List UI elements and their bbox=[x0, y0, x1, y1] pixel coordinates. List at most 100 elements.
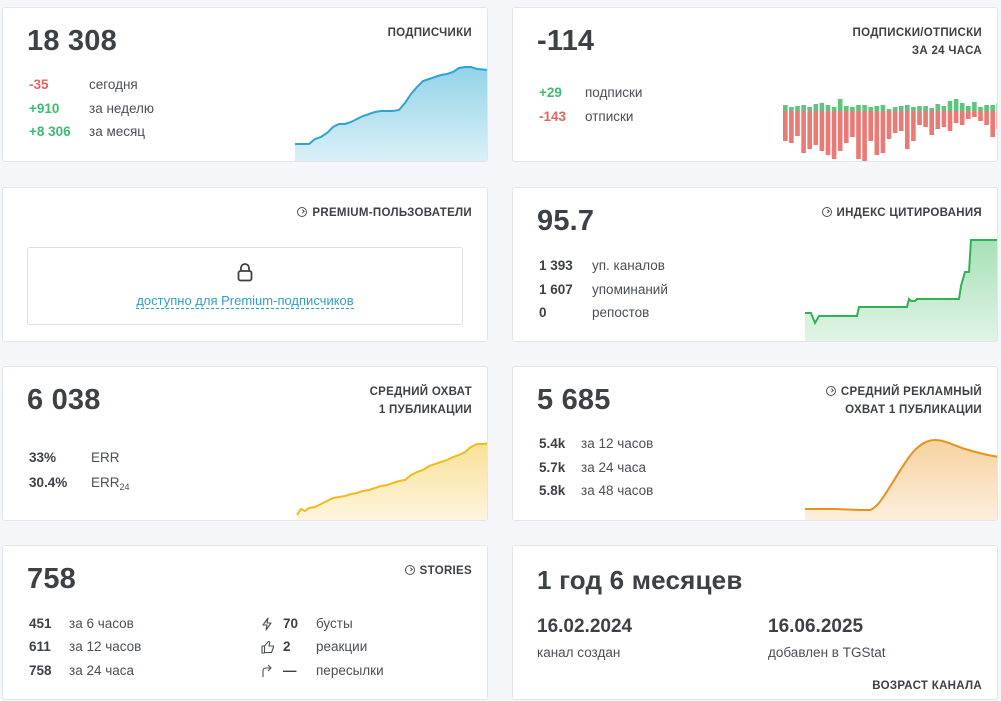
stat-label: ERR24 bbox=[91, 475, 130, 492]
subscribe-bar bbox=[996, 103, 997, 111]
unsubscribe-bar bbox=[850, 111, 855, 137]
unsubscribe-bar bbox=[886, 111, 892, 139]
stat-label: за 48 часов bbox=[581, 483, 654, 498]
subscribers-count: 18 308 bbox=[27, 25, 117, 57]
channel-age-card[interactable]: 1 год 6 месяцев 16.02.2024 канал создан … bbox=[512, 545, 998, 700]
ad-reach-title-line1: СРЕДНИЙ РЕКЛАМНЫЙ bbox=[840, 386, 982, 398]
subscribers-card[interactable]: 18 308 ПОДПИСЧИКИ -35 сегодня +910 за не… bbox=[2, 7, 488, 162]
premium-title-text: PREMIUM-ПОЛЬЗОВАТЕЛИ bbox=[312, 207, 472, 219]
reach-title-line1: СРЕДНИЙ ОХВАТ bbox=[369, 386, 472, 398]
ad-reach-value: 5 685 bbox=[537, 384, 611, 416]
subscribe-bar bbox=[807, 107, 812, 111]
stat-row: 1 607 упоминаний bbox=[539, 281, 739, 299]
unsubscribe-bar bbox=[984, 111, 989, 125]
unsubscribe-bar bbox=[892, 111, 898, 133]
info-icon[interactable] bbox=[297, 207, 308, 217]
unsubscribe-bar bbox=[825, 111, 831, 155]
stat-value: -35 bbox=[29, 77, 49, 92]
subscribe-bar bbox=[813, 104, 819, 111]
subscribe-bar bbox=[953, 99, 959, 111]
unsubscribe-bar bbox=[941, 111, 947, 127]
stat-value: 70 bbox=[283, 616, 299, 631]
premium-locked-box: доступно для Premium-подписчиков bbox=[27, 247, 463, 325]
stories-title-text: STORIES bbox=[419, 565, 472, 577]
stat-row: 30.4% ERR24 bbox=[29, 474, 229, 492]
stat-label: реакции bbox=[316, 639, 368, 654]
channel-age-value: 1 год 6 месяцев bbox=[537, 565, 743, 595]
stat-row: 0 репостов bbox=[539, 304, 739, 322]
stat-row: 33% ERR bbox=[29, 449, 229, 467]
stat-value: 30.4% bbox=[29, 475, 68, 490]
stat-value: -143 bbox=[539, 109, 567, 124]
subscribe-bar bbox=[880, 105, 886, 111]
subscribers-sparkline bbox=[295, 66, 487, 161]
created-date: 16.02.2024 bbox=[537, 616, 633, 637]
created-label: канал создан bbox=[537, 645, 621, 660]
subscribe-bar bbox=[898, 106, 904, 111]
subscribe-bar bbox=[984, 105, 989, 111]
stat-value: 611 bbox=[29, 639, 51, 654]
subscribe-bar bbox=[923, 106, 928, 111]
unsubscribe-bar bbox=[911, 111, 916, 141]
premium-link[interactable]: доступно для Premium-подписчиков bbox=[28, 293, 462, 309]
unsubscribe-bar bbox=[813, 111, 819, 145]
subscribe-bar bbox=[905, 105, 910, 111]
premium-card[interactable]: PREMIUM-ПОЛЬЗОВАТЕЛИ доступно для Premiu… bbox=[2, 187, 488, 342]
stat-row: 451 за 6 часов bbox=[29, 615, 229, 633]
subscribe-bar bbox=[911, 107, 916, 111]
unsubscribe-bar bbox=[996, 111, 997, 129]
unsubscribe-bar bbox=[844, 111, 849, 143]
added-label: добавлен в TGStat bbox=[768, 645, 886, 660]
stat-label: бусты bbox=[316, 616, 353, 631]
unsubscribe-bar bbox=[807, 111, 812, 149]
unsubscribe-bar bbox=[905, 111, 910, 149]
stat-value: 758 bbox=[29, 663, 52, 678]
subs-unsubs-title: ПОДПИСКИ/ОТПИСКИ ЗА 24 ЧАСА bbox=[853, 24, 982, 60]
unsubscribe-bar bbox=[972, 111, 977, 117]
subscribe-bar bbox=[856, 105, 861, 111]
stat-label: подписки bbox=[585, 85, 643, 100]
unsubscribe-bar bbox=[929, 111, 934, 135]
citation-title: ИНДЕКС ЦИТИРОВАНИЯ bbox=[821, 204, 983, 222]
stories-card[interactable]: 758 STORIES 451 за 6 часов 611 за 12 час… bbox=[2, 545, 488, 700]
stat-label: за 12 часов bbox=[581, 436, 654, 451]
stat-row: +910 за неделю bbox=[29, 100, 229, 118]
unsubscribe-bar bbox=[959, 111, 965, 125]
unsubscribe-bar bbox=[880, 111, 886, 153]
info-icon[interactable] bbox=[821, 207, 832, 217]
info-icon[interactable] bbox=[404, 565, 415, 575]
channel-age-title: ВОЗРАСТ КАНАЛА bbox=[872, 680, 982, 692]
subs-unsubs-title-line2: ЗА 24 ЧАСА bbox=[911, 45, 982, 57]
reach-sparkline bbox=[296, 442, 487, 520]
lock-icon bbox=[237, 263, 253, 282]
stat-label: репостов bbox=[592, 305, 650, 320]
stat-value: 1 393 bbox=[539, 258, 573, 273]
lightning-icon bbox=[262, 617, 272, 631]
subscribe-bar bbox=[783, 105, 788, 111]
unsubscribe-bar bbox=[874, 111, 880, 155]
stat-row: 2 реакции bbox=[261, 638, 461, 656]
ad-reach-card[interactable]: 5 685 СРЕДНИЙ РЕКЛАМНЫЙ ОХВАТ 1 ПУБЛИКАЦ… bbox=[512, 366, 998, 521]
stat-label: пересылки bbox=[316, 663, 384, 678]
info-icon[interactable] bbox=[825, 386, 836, 396]
stat-row: 5.8k за 48 часов bbox=[539, 482, 739, 500]
unsubscribe-bar bbox=[953, 111, 959, 123]
subs-unsubs-title-line1: ПОДПИСКИ/ОТПИСКИ bbox=[852, 27, 982, 39]
subscribe-bar bbox=[935, 104, 941, 111]
reach-value: 6 038 bbox=[27, 384, 101, 416]
unsubscribe-bar bbox=[935, 111, 941, 129]
citation-card[interactable]: 95.7 ИНДЕКС ЦИТИРОВАНИЯ 1 393 уп. канало… bbox=[512, 187, 998, 342]
subscribe-bar bbox=[990, 105, 995, 111]
subscribe-bar bbox=[844, 106, 849, 111]
unsubscribe-bar bbox=[837, 111, 843, 151]
subscribe-bar bbox=[850, 107, 855, 111]
unsubscribe-bar bbox=[947, 111, 953, 131]
subs-unsubs-card[interactable]: -114 ПОДПИСКИ/ОТПИСКИ ЗА 24 ЧАСА +29 под… bbox=[512, 7, 998, 162]
reach-card[interactable]: 6 038 СРЕДНИЙ ОХВАТ 1 ПУБЛИКАЦИИ 33% ERR… bbox=[2, 366, 488, 521]
subs-unsubs-bar-chart bbox=[783, 99, 997, 161]
subscribe-bar bbox=[825, 105, 831, 111]
stat-row: 70 бусты bbox=[261, 615, 461, 633]
unsubscribe-bar bbox=[819, 111, 825, 151]
subscribe-bar bbox=[892, 107, 898, 111]
subscribe-bar bbox=[837, 99, 843, 111]
